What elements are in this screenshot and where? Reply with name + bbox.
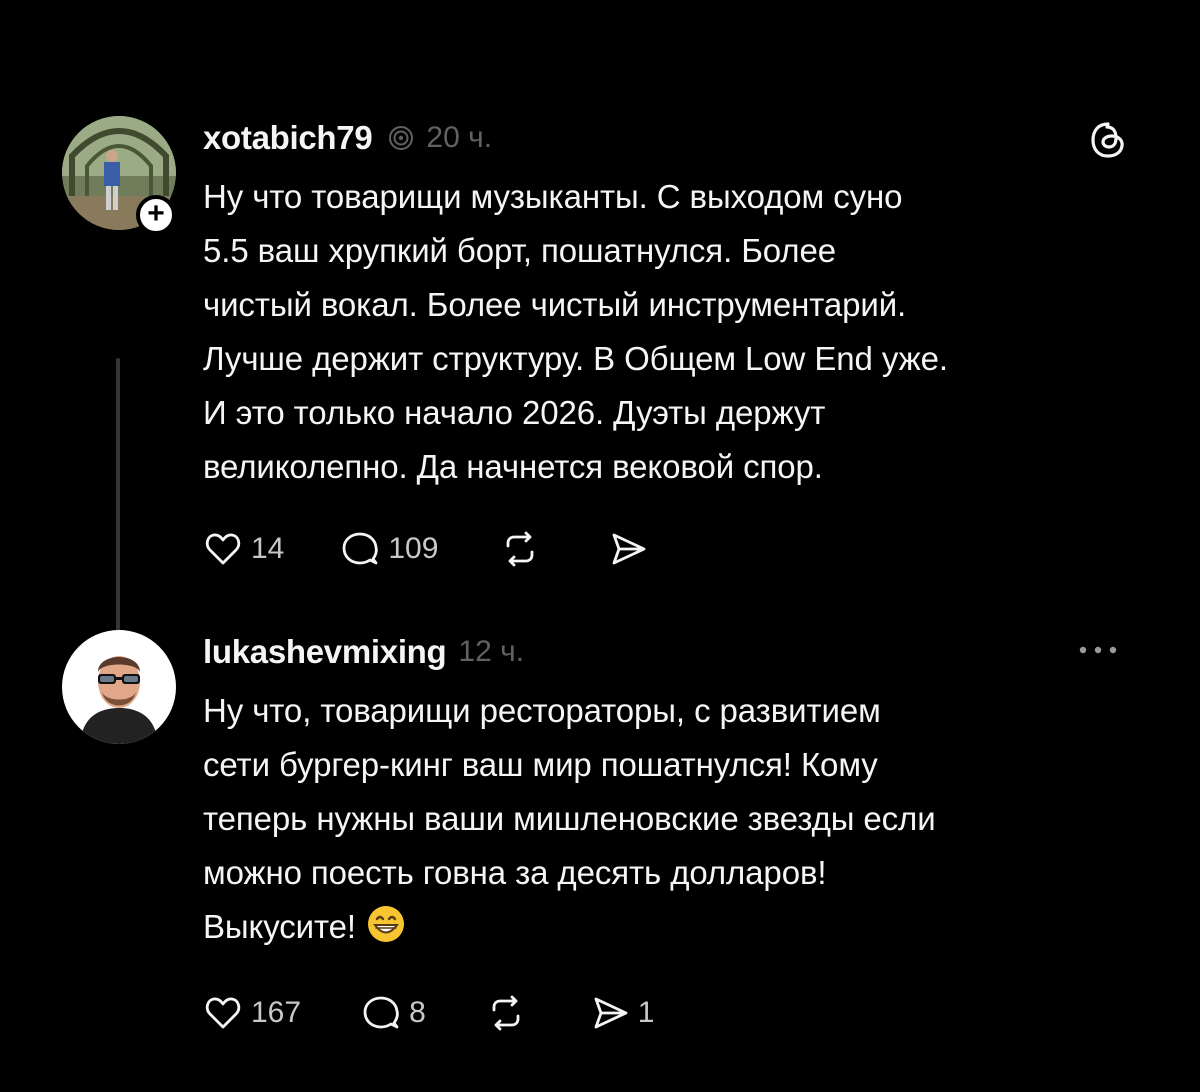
action-bar: 14 109 bbox=[203, 524, 656, 574]
like-count: 14 bbox=[251, 532, 285, 565]
post-header: xotabich79 20 ч. bbox=[203, 116, 492, 160]
post-lukashevmixing: lukashevmixing 12 ч. Ну что, товарищи ре… bbox=[0, 618, 1200, 1092]
repost-button[interactable] bbox=[500, 529, 548, 569]
like-button[interactable]: 167 bbox=[203, 993, 301, 1033]
reply-button[interactable]: 109 bbox=[340, 529, 438, 569]
reply-count: 109 bbox=[388, 532, 439, 565]
like-button[interactable]: 14 bbox=[203, 529, 284, 569]
comment-icon bbox=[363, 996, 399, 1029]
more-options-icon[interactable] bbox=[1076, 630, 1120, 670]
like-count: 167 bbox=[251, 996, 302, 1029]
repost-icon bbox=[492, 995, 520, 1031]
post-text-content: Ну что, товарищи рестораторы, с развитие… bbox=[203, 692, 936, 945]
repost-button[interactable] bbox=[486, 993, 534, 1033]
share-count: 1 bbox=[637, 996, 655, 1029]
heart-icon bbox=[205, 997, 241, 1029]
post-text: Ну что товарищи музыканты. С выходом сун… bbox=[203, 178, 948, 485]
repost-icon bbox=[507, 531, 534, 567]
threads-activity-icon bbox=[386, 123, 416, 153]
reply-count: 8 bbox=[409, 996, 426, 1029]
send-icon bbox=[594, 997, 628, 1029]
comment-icon bbox=[342, 532, 379, 565]
post-header: lukashevmixing 12 ч. bbox=[203, 630, 524, 674]
post-xotabich79: + xotabich79 20 ч. Ну что товарищи музык… bbox=[0, 100, 1200, 710]
timestamp: 20 ч. bbox=[426, 121, 493, 154]
threads-logo-icon[interactable] bbox=[1088, 120, 1128, 160]
share-button[interactable]: 1 bbox=[590, 993, 655, 1033]
send-icon bbox=[613, 533, 646, 565]
reply-button[interactable]: 8 bbox=[361, 993, 426, 1033]
grinning-face-emoji bbox=[366, 904, 406, 944]
avatar[interactable] bbox=[62, 630, 176, 744]
share-button[interactable] bbox=[608, 529, 656, 569]
post-text: Ну что, товарищи рестораторы, с развитие… bbox=[203, 684, 1163, 954]
follow-plus-button[interactable]: + bbox=[136, 195, 176, 235]
username[interactable]: xotabich79 bbox=[203, 119, 373, 157]
timestamp: 12 ч. bbox=[458, 635, 525, 668]
heart-icon bbox=[205, 533, 241, 565]
action-bar: 167 8 1 bbox=[203, 988, 654, 1038]
username[interactable]: lukashevmixing bbox=[203, 633, 447, 671]
